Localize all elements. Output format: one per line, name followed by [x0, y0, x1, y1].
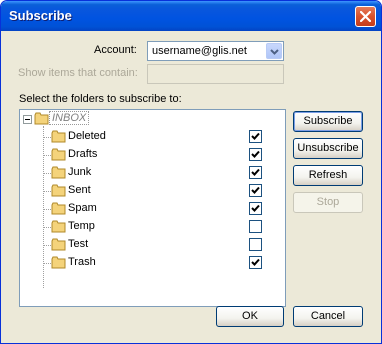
close-icon	[360, 11, 371, 22]
window-title: Subscribe	[9, 8, 72, 23]
account-label: Account:	[94, 44, 137, 56]
subscribe-checkbox[interactable]	[249, 256, 262, 269]
folder-icon	[51, 184, 66, 197]
folder-icon	[51, 238, 66, 251]
folders-label: Select the folders to subscribe to:	[19, 93, 182, 105]
unsubscribe-button[interactable]: Unsubscribe	[293, 138, 363, 159]
tree-folder-label: Deleted	[68, 130, 106, 142]
tree-folder-row[interactable]: Deleted	[20, 128, 285, 146]
tree-root-row[interactable]: INBOX	[20, 111, 285, 127]
dialog-body: Account: username@glis.net Show items th…	[4, 31, 378, 341]
subscribe-checkbox[interactable]	[249, 130, 262, 143]
account-value: username@glis.net	[152, 45, 247, 57]
subscribe-checkbox[interactable]	[249, 202, 262, 215]
check-icon	[251, 258, 260, 266]
subscribe-checkbox[interactable]	[249, 166, 262, 179]
account-select[interactable]: username@glis.net	[147, 41, 284, 61]
filter-input[interactable]	[147, 64, 284, 84]
check-icon	[251, 204, 260, 212]
tree-folder-label: Junk	[68, 166, 92, 178]
filter-label: Show items that contain:	[18, 67, 138, 79]
title-bar[interactable]: Subscribe	[1, 1, 381, 31]
check-icon	[251, 168, 260, 176]
subscribe-checkbox[interactable]	[249, 238, 262, 251]
tree-folder-row[interactable]: Trash	[20, 254, 285, 272]
subscribe-checkbox[interactable]	[249, 148, 262, 161]
check-icon	[251, 132, 260, 140]
subscribe-dialog: Subscribe Account: username@glis.net Sho…	[0, 0, 382, 344]
folder-icon	[51, 166, 66, 179]
tree-folder-label: Sent	[68, 184, 91, 196]
folder-icon	[51, 130, 66, 143]
tree-folder-label: Drafts	[68, 148, 98, 160]
stop-button[interactable]: Stop	[293, 192, 363, 213]
tree-folder-row[interactable]: Temp	[20, 218, 285, 236]
tree-folder-row[interactable]: Test	[20, 236, 285, 254]
tree-folder-label: Temp	[68, 220, 95, 232]
tree-root-label: INBOX	[48, 111, 90, 125]
tree-folder-label: Test	[68, 238, 89, 250]
folder-tree[interactable]: INBOX Deleted Drafts Junk Sent Spam Temp Test T…	[19, 109, 286, 307]
tree-folder-row[interactable]: Junk	[20, 164, 285, 182]
check-icon	[251, 150, 260, 158]
tree-folder-row[interactable]: Sent	[20, 182, 285, 200]
chevron-down-icon	[270, 49, 279, 55]
account-dropdown-button[interactable]	[266, 43, 282, 59]
subscribe-checkbox[interactable]	[249, 184, 262, 197]
refresh-button[interactable]: Refresh	[293, 165, 363, 186]
folder-icon	[51, 220, 66, 233]
ok-button[interactable]: OK	[216, 306, 284, 327]
check-icon	[251, 186, 260, 194]
tree-folder-label: Trash	[68, 256, 96, 268]
tree-folder-label: Spam	[68, 202, 97, 214]
tree-folder-row[interactable]: Drafts	[20, 146, 285, 164]
collapse-icon[interactable]	[23, 115, 32, 124]
cancel-button[interactable]: Cancel	[293, 306, 363, 327]
folder-icon	[51, 148, 66, 161]
folder-icon	[51, 256, 66, 269]
subscribe-checkbox[interactable]	[249, 220, 262, 233]
close-button[interactable]	[355, 6, 376, 27]
folder-icon	[51, 202, 66, 215]
folder-icon	[34, 112, 49, 125]
tree-folder-row[interactable]: Spam	[20, 200, 285, 218]
subscribe-button[interactable]: Subscribe	[293, 111, 363, 132]
